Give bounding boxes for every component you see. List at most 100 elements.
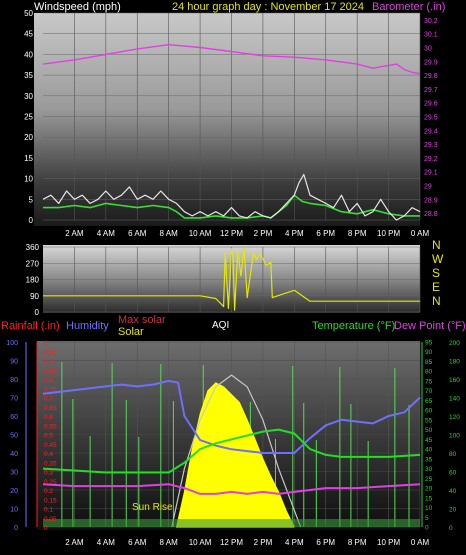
solar-tick-label: 120 [449,414,460,421]
temperature-tick-label: 45 [425,437,433,444]
solar-tick-label: 100 [449,433,460,440]
hour-tick-label-top: 6 PM [316,229,335,238]
direction-tick-label: 180 [26,276,40,285]
wind-tick-label: 10 [24,175,33,184]
barometer-tick-label: 29.6 [424,101,438,108]
uv-ground-band [43,519,420,527]
barometer-tick-label: 29.2 [424,156,438,163]
humidity-tick-label: 40 [10,451,18,458]
direction-tick-label: 90 [30,292,39,301]
hour-tick-label-bottom: 4 PM [285,538,304,547]
solar-tick-label: 160 [449,377,460,384]
solar-tick-label: 80 [449,451,457,458]
hour-tick-label-bottom: 2 PM [254,538,273,547]
humidity-tick-label: 90 [10,359,18,366]
humidity-tick-label: 30 [10,470,18,477]
solar-tick-label: 180 [449,359,460,366]
barometer-tick-label: 30 [424,46,432,53]
hour-tick-label-top: 6 AM [128,229,147,238]
rain-tick-label: 0.3 [44,470,53,477]
humidity-tick-label: 10 [10,507,18,514]
wind-tick-label: 20 [24,133,33,142]
temperature-tick-label: 5 [425,515,429,522]
rain-tick-label: 0.55 [44,423,57,430]
hour-tick-label-top: 8 AM [160,229,179,238]
temperature-tick-label: 80 [425,369,433,376]
solar-tick-label: 200 [449,340,460,347]
rain-tick-label: 0.85 [44,368,57,375]
hour-tick-label-top: 2 PM [254,229,273,238]
sunrise-annotation: Sun Rise [132,502,173,513]
temperature-tick-label: 20 [425,486,433,493]
rain-tick-label: 0.4 [44,451,53,458]
hour-tick-label-top: 12 PM [220,229,243,238]
hour-tick-label-top: 8 PM [348,229,367,238]
temperature-tick-label: 30 [425,466,433,473]
temperature-tick-label: 90 [425,349,433,356]
temperature-tick-label: 60 [425,408,433,415]
wind-tick-label: 0 [29,216,34,225]
rain-tick-label: 0.25 [44,479,57,486]
solar-tick-label: 20 [449,507,457,514]
barometer-tick-label: 29.3 [424,142,438,149]
temperature-tick-label: 50 [425,427,433,434]
barometer-tick-label: 30.2 [424,18,438,25]
rain-tick-label: 0.05 [44,516,57,523]
hour-tick-label-top: 4 PM [285,229,304,238]
wind-tick-label: 5 [29,195,34,204]
rain-tick-label: 0.6 [44,414,53,421]
solar-tick-label: 40 [449,488,457,495]
weather-graph-page: Windspeed (mph) 24 hour graph day : Nove… [0,0,466,555]
barometer-tick-label: 29.8 [424,73,438,80]
hour-tick-label-bottom: 0 AM [411,538,430,547]
humidity-tick-label: 80 [10,377,18,384]
rain-tick-label: 0.2 [44,488,53,495]
wind-tick-label: 50 [24,9,33,18]
hour-tick-label-top: 2 AM [65,229,84,238]
hour-tick-label-bottom: 4 AM [97,538,116,547]
humidity-tick-label: 60 [10,414,18,421]
wind-panel-bg [34,13,420,226]
temperature-tick-label: 75 [425,378,433,385]
temperature-tick-label: 15 [425,495,433,502]
solar-tick-label: 60 [449,470,457,477]
hour-tick-label-top: 10 PM [377,229,400,238]
rain-tick-label: 0.65 [44,405,57,412]
wind-tick-label: 45 [24,30,33,39]
wind-tick-label: 25 [24,113,33,122]
hour-tick-label-bottom: 8 AM [160,538,179,547]
direction-tick-label: 270 [26,259,40,268]
rain-tick-label: 0.7 [44,396,53,403]
rain-tick-label: 0.5 [44,433,53,440]
rain-tick-label: 0 [44,525,48,532]
wind-tick-label: 35 [24,71,33,80]
wind-tick-label: 30 [24,92,33,101]
hour-tick-label-bottom: 12 PM [220,538,243,547]
rain-tick-label: 0.95 [44,349,57,356]
temperature-tick-label: 40 [425,447,433,454]
rain-tick-label: 0.15 [44,497,57,504]
rain-tick-label: 0.1 [44,507,53,514]
hour-tick-label-bottom: 10 AM [189,538,212,547]
temperature-tick-label: 55 [425,417,433,424]
barometer-tick-label: 29 [424,184,432,191]
temperature-tick-label: 0 [425,525,429,532]
humidity-tick-label: 0 [14,525,18,532]
temperature-tick-label: 65 [425,398,433,405]
rain-tick-label: 0.9 [44,359,53,366]
direction-tick-label: 0 [35,308,40,317]
hour-tick-label-bottom: 6 PM [316,538,335,547]
barometer-tick-label: 29.5 [424,115,438,122]
hour-tick-label-bottom: 10 PM [377,538,400,547]
solar-tick-label: 0 [449,525,453,532]
barometer-tick-label: 28.9 [424,197,438,204]
hour-tick-label-bottom: 2 AM [65,538,84,547]
temperature-tick-label: 70 [425,388,433,395]
humidity-tick-label: 70 [10,396,18,403]
barometer-tick-label: 29.4 [424,128,438,135]
barometer-tick-label: 28.8 [424,211,438,218]
wind-tick-label: 40 [24,50,33,59]
humidity-tick-label: 50 [10,433,18,440]
rain-tick-label: 1 [44,340,48,347]
barometer-tick-label: 30.1 [424,32,438,39]
